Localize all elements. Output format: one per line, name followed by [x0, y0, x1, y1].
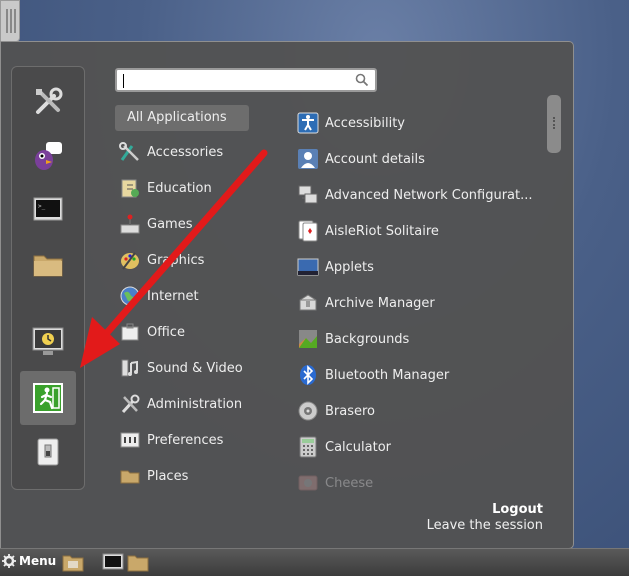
app-label: Account details — [325, 151, 425, 167]
category-label: Games — [147, 216, 193, 232]
office-icon — [121, 323, 139, 341]
selection-description: Leave the session — [426, 518, 543, 533]
menu-label: Menu — [19, 554, 57, 568]
app-label: Advanced Network Configurat... — [325, 187, 533, 203]
app-accessibility[interactable]: Accessibility — [297, 110, 405, 136]
graphics-icon — [121, 252, 139, 270]
category-label: Accessories — [147, 144, 224, 160]
category-label: Office — [147, 324, 185, 340]
taskbar-home-folder-icon[interactable] — [62, 552, 84, 572]
application-menu: >_ All Applications Accessories Educatio… — [0, 41, 574, 549]
category-education[interactable]: Education — [119, 175, 212, 201]
folder-icon[interactable] — [23, 242, 73, 286]
app-label: Bluetooth Manager — [325, 367, 450, 383]
category-sound-video[interactable]: Sound & Video — [119, 355, 243, 381]
category-label: Administration — [147, 396, 243, 412]
applets-icon — [297, 258, 319, 276]
app-brasero[interactable]: Brasero — [297, 398, 375, 424]
logout-icon[interactable] — [20, 371, 76, 425]
network-icon — [298, 185, 318, 204]
category-internet[interactable]: Internet — [119, 283, 199, 309]
sound-video-icon — [121, 359, 138, 377]
disc-icon — [298, 401, 318, 421]
app-label: Calculator — [325, 439, 392, 455]
category-label: Sound & Video — [147, 360, 243, 376]
preferences-icon — [120, 432, 140, 448]
app-label: Accessibility — [325, 115, 405, 131]
app-backgrounds[interactable]: Backgrounds — [297, 326, 409, 352]
app-list-scrollbar[interactable] — [547, 95, 561, 153]
selection-title: Logout — [492, 502, 543, 517]
pidgin-icon[interactable] — [23, 134, 73, 178]
app-cheese[interactable]: Cheese — [297, 470, 373, 496]
category-games[interactable]: Games — [119, 211, 192, 237]
category-all-applications[interactable]: All Applications — [115, 105, 249, 131]
taskbar-folder-icon[interactable] — [127, 552, 149, 572]
app-archive-manager[interactable]: Archive Manager — [297, 290, 435, 316]
app-applets[interactable]: Applets — [297, 254, 374, 280]
category-office[interactable]: Office — [119, 319, 185, 345]
category-label: Internet — [147, 288, 199, 304]
games-icon — [120, 214, 140, 234]
svg-text:>_: >_ — [38, 203, 46, 210]
app-bluetooth-manager[interactable]: Bluetooth Manager — [297, 362, 449, 388]
favorites-panel: >_ — [11, 66, 85, 490]
app-label: Applets — [325, 259, 374, 275]
camera-icon — [298, 475, 318, 491]
archive-icon — [299, 294, 317, 311]
category-places[interactable]: Places — [119, 463, 188, 489]
backgrounds-icon — [299, 330, 317, 348]
app-label: Archive Manager — [325, 295, 435, 311]
search-icon — [355, 73, 369, 87]
category-label: Preferences — [147, 432, 224, 448]
account-icon — [298, 149, 318, 169]
category-accessories[interactable]: Accessories — [119, 139, 223, 165]
accessories-icon — [119, 142, 139, 161]
bluetooth-icon — [300, 365, 316, 385]
places-icon — [120, 470, 140, 484]
app-account-details[interactable]: Account details — [297, 146, 425, 172]
settings-icon[interactable] — [23, 80, 73, 124]
app-label: AisleRiot Solitaire — [325, 223, 439, 239]
app-label: Backgrounds — [325, 331, 410, 347]
app-label: Brasero — [325, 403, 376, 419]
search-input[interactable] — [115, 68, 377, 92]
app-advanced-network[interactable]: Advanced Network Configurat... — [297, 182, 533, 208]
panel-handle[interactable] — [0, 0, 20, 42]
administration-icon — [121, 394, 140, 414]
cards-icon — [298, 220, 318, 242]
category-label: Places — [147, 468, 189, 484]
app-label: Cheese — [325, 475, 374, 491]
text-caret — [123, 74, 124, 88]
app-calculator[interactable]: Calculator — [297, 434, 391, 460]
category-preferences[interactable]: Preferences — [119, 427, 223, 453]
internet-icon — [120, 286, 140, 306]
category-label: Graphics — [147, 252, 205, 268]
accessibility-icon — [297, 112, 319, 134]
taskbar-terminal-icon[interactable] — [102, 552, 124, 572]
screensaver-icon[interactable] — [23, 320, 73, 364]
shutdown-icon[interactable] — [23, 430, 73, 474]
category-label: Education — [147, 180, 212, 196]
menu-gear-icon — [2, 554, 16, 568]
menu-button[interactable]: Menu — [2, 554, 56, 568]
calculator-icon — [299, 436, 317, 458]
terminal-icon[interactable]: >_ — [23, 188, 73, 232]
category-administration[interactable]: Administration — [119, 391, 242, 417]
education-icon — [121, 179, 139, 198]
app-aisleriot[interactable]: AisleRiot Solitaire — [297, 218, 439, 244]
taskbar: Menu — [0, 548, 629, 576]
category-graphics[interactable]: Graphics — [119, 247, 204, 273]
